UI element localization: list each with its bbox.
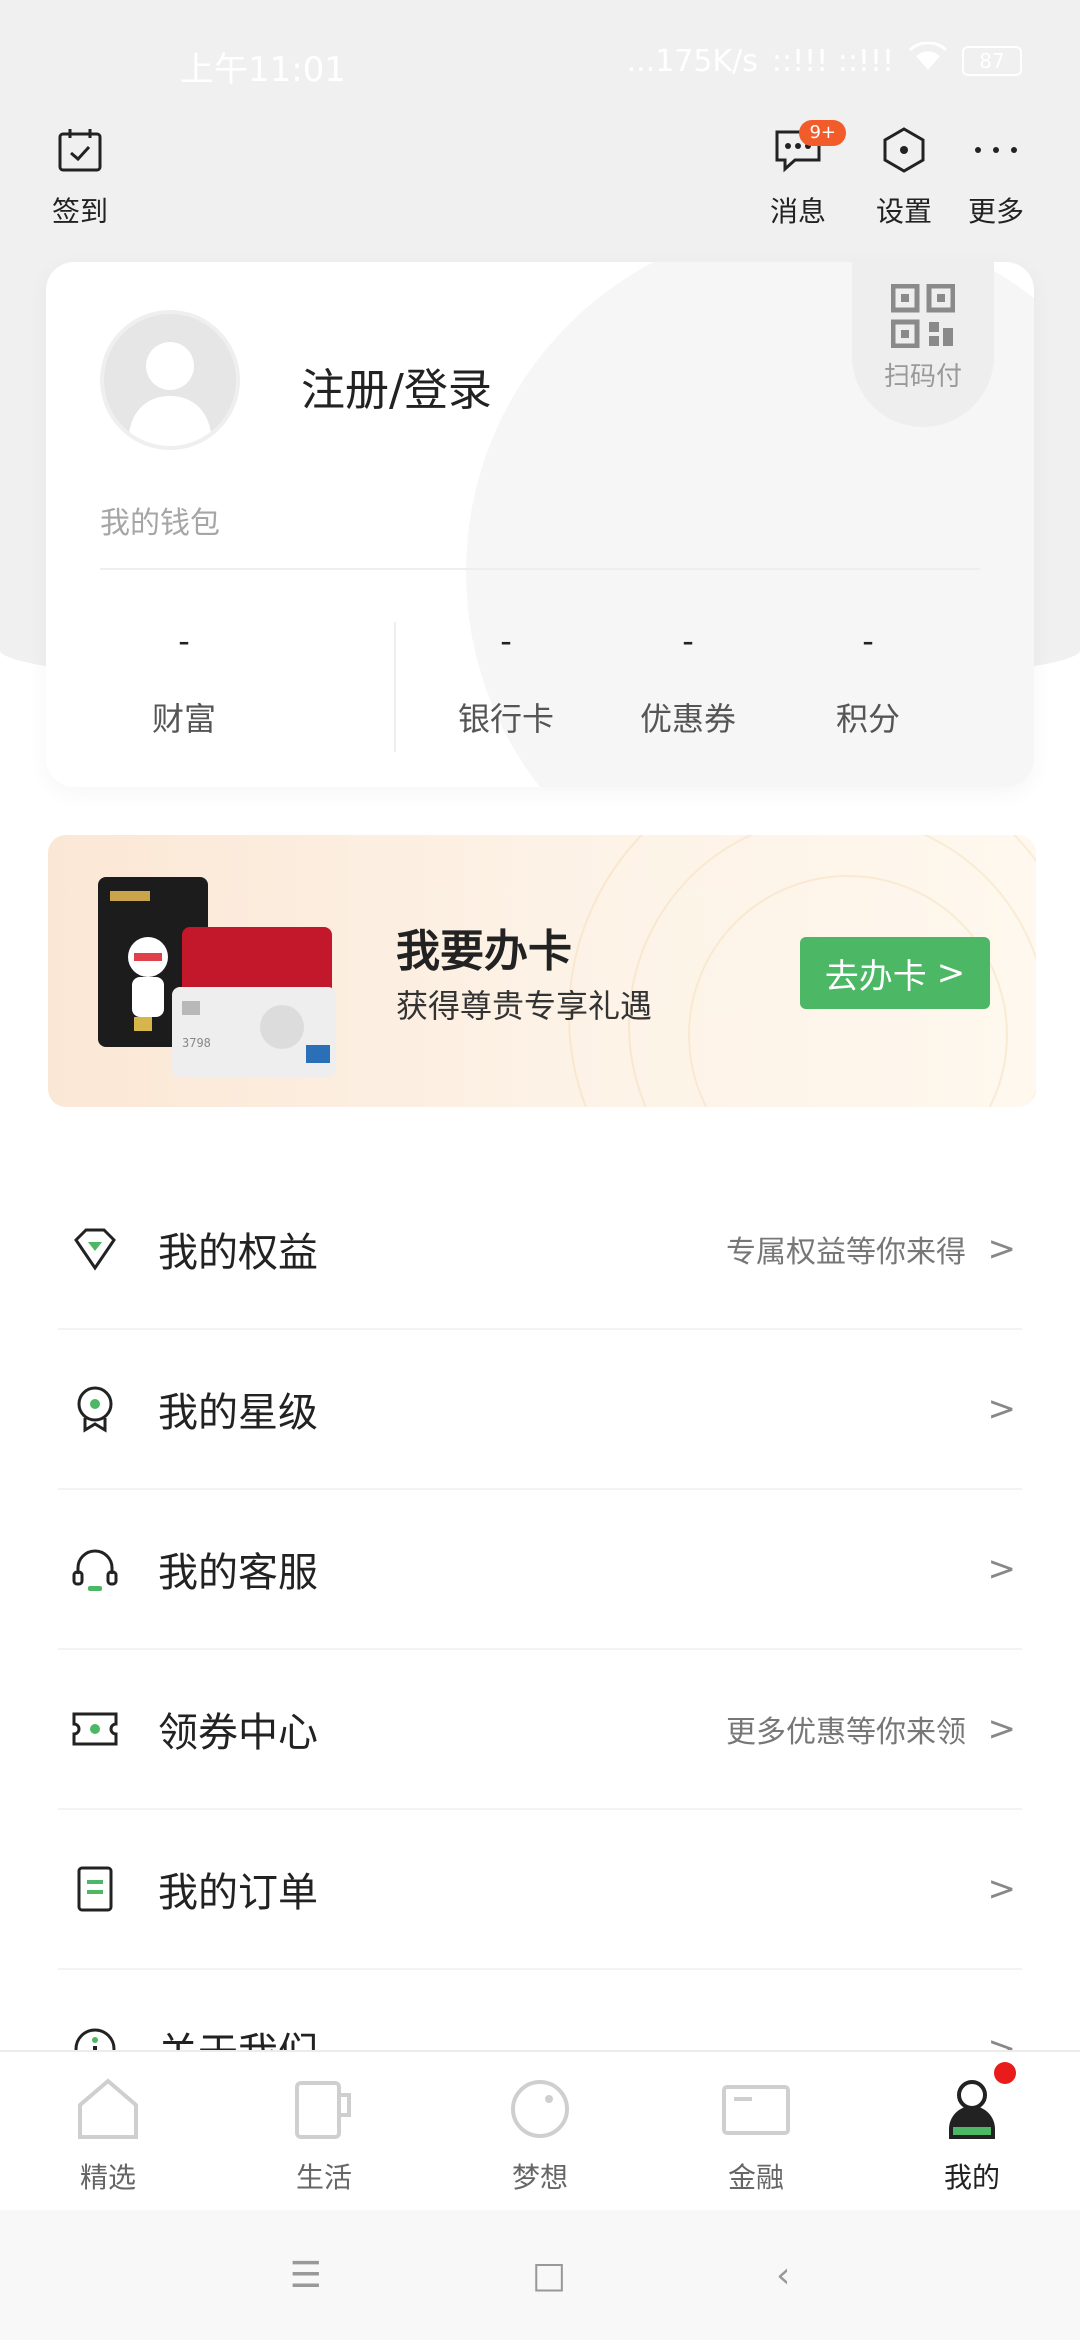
menu-label: 我的星级 bbox=[158, 1390, 318, 1436]
diamond-icon bbox=[70, 1224, 120, 1274]
tab-featured[interactable]: 精选 bbox=[0, 2052, 216, 2210]
stat-points[interactable]: - 积分 bbox=[788, 622, 948, 740]
apply-card-label: 去办卡 bbox=[824, 956, 927, 997]
menu-label: 我的权益 bbox=[158, 1230, 318, 1276]
chevron-right-icon: > bbox=[987, 1229, 1017, 1269]
user-icon bbox=[864, 2074, 1080, 2144]
card-icon bbox=[648, 2074, 864, 2144]
messages-badge: 9+ bbox=[799, 120, 847, 146]
tab-dream[interactable]: 梦想 bbox=[432, 2052, 648, 2210]
menu-label: 我的订单 bbox=[158, 1870, 318, 1916]
stat-value: - bbox=[500, 622, 512, 660]
tab-label: 金融 bbox=[727, 2161, 784, 2194]
scan-pay-label: 扫码付 bbox=[883, 362, 962, 392]
status-time: 上午11:01 bbox=[180, 50, 346, 90]
hexagon-settings-icon bbox=[876, 120, 932, 180]
battery-icon: 87 bbox=[962, 46, 1022, 76]
calendar-check-icon bbox=[52, 120, 108, 180]
tab-label: 梦想 bbox=[511, 2161, 568, 2194]
stat-value: - bbox=[178, 622, 190, 660]
menu-item-orders[interactable]: 我的订单 > bbox=[58, 1810, 1022, 1970]
cup-icon bbox=[216, 2074, 432, 2144]
stat-coupons[interactable]: - 优惠券 bbox=[608, 622, 768, 740]
checkin-label: 签到 bbox=[52, 195, 109, 228]
stat-separator bbox=[394, 622, 396, 752]
menu-label: 我的客服 bbox=[158, 1550, 318, 1596]
more-button[interactable]: 更多 bbox=[968, 120, 1024, 230]
menu-hint: 专属权益等你来得 bbox=[726, 1235, 966, 1270]
home-nav-icon[interactable]: □ bbox=[532, 2255, 566, 2296]
chevron-right-icon: > bbox=[936, 953, 966, 993]
signal-icon: ::!!! ::!!! bbox=[771, 43, 894, 79]
stat-value: - bbox=[862, 622, 874, 660]
credit-cards-image: 3798 bbox=[98, 877, 338, 1077]
divider bbox=[100, 568, 980, 570]
avatar[interactable] bbox=[100, 310, 240, 450]
wallet-label: 我的钱包 bbox=[100, 506, 220, 541]
tab-label: 精选 bbox=[79, 2161, 136, 2194]
banner-title: 我要办卡 bbox=[396, 926, 572, 977]
menu-item-star-level[interactable]: 我的星级 > bbox=[58, 1330, 1022, 1490]
home-icon bbox=[0, 2074, 216, 2144]
star-level-icon bbox=[70, 1384, 120, 1434]
messages-label: 消息 bbox=[770, 195, 827, 228]
chevron-right-icon: > bbox=[987, 1709, 1017, 1749]
headset-icon bbox=[70, 1544, 120, 1594]
tab-finance[interactable]: 金融 bbox=[648, 2052, 864, 2210]
menu-label: 领券中心 bbox=[158, 1710, 318, 1756]
qr-code-icon bbox=[852, 283, 994, 352]
menu-hint: 更多优惠等你来领 bbox=[726, 1715, 966, 1750]
message-icon: 9+ bbox=[770, 120, 847, 180]
menu-item-coupon-center[interactable]: 领券中心 更多优惠等你来领 > bbox=[58, 1650, 1022, 1810]
settings-label: 设置 bbox=[876, 195, 933, 228]
tab-label: 生活 bbox=[295, 2161, 352, 2194]
apply-card-button[interactable]: 去办卡 > bbox=[800, 937, 990, 1009]
chevron-right-icon: > bbox=[987, 1389, 1017, 1429]
messages-button[interactable]: 9+ 消息 bbox=[770, 120, 847, 230]
status-indicators: ...175K/s ::!!! ::!!! 87 bbox=[626, 41, 1022, 80]
checkin-button[interactable]: 签到 bbox=[52, 120, 108, 230]
menu-item-benefits[interactable]: 我的权益 专属权益等你来得 > bbox=[58, 1170, 1022, 1330]
coupon-icon bbox=[70, 1704, 120, 1754]
menu-nav-icon[interactable]: ☰ bbox=[290, 2255, 322, 2296]
stat-value: - bbox=[682, 622, 694, 660]
banner-subtitle: 获得尊贵专享礼遇 bbox=[396, 987, 653, 1025]
tab-label: 我的 bbox=[943, 2161, 1000, 2194]
stat-label: 优惠券 bbox=[639, 700, 736, 738]
more-label: 更多 bbox=[968, 195, 1025, 228]
bottom-tab-bar: 精选 生活 梦想 金融 我的 bbox=[0, 2050, 1080, 2210]
stat-bank-cards[interactable]: - 银行卡 bbox=[426, 622, 586, 740]
tab-life[interactable]: 生活 bbox=[216, 2052, 432, 2210]
chevron-right-icon: > bbox=[987, 1869, 1017, 1909]
scan-pay-button[interactable]: 扫码付 bbox=[852, 262, 994, 427]
menu-item-customer-service[interactable]: 我的客服 > bbox=[58, 1490, 1022, 1650]
stat-label: 银行卡 bbox=[457, 700, 554, 738]
menu-list: 我的权益 专属权益等你来得 > 我的星级 > 我的客服 > 领券中心 更多优惠等… bbox=[0, 1170, 1080, 2130]
login-register-link[interactable]: 注册/登录 bbox=[301, 354, 492, 418]
more-dots-icon bbox=[968, 120, 1024, 180]
system-nav-bar: ☰ □ ‹ bbox=[0, 2210, 1080, 2340]
notification-dot bbox=[994, 2062, 1016, 2084]
apply-card-banner[interactable]: 3798 我要办卡 获得尊贵专享礼遇 去办卡 > bbox=[48, 835, 1036, 1107]
svg-text:3798: 3798 bbox=[182, 1036, 211, 1050]
stat-label: 积分 bbox=[835, 700, 900, 738]
stat-label: 财富 bbox=[151, 700, 216, 738]
stat-wealth[interactable]: - 财富 bbox=[104, 622, 264, 740]
profile-card: 注册/登录 扫码付 我的钱包 - 财富 - 银行卡 - 优惠券 - 积分 bbox=[46, 262, 1034, 787]
status-bar: 上午11:01 ...175K/s ::!!! ::!!! 87 bbox=[0, 0, 1080, 120]
tab-mine[interactable]: 我的 bbox=[864, 2052, 1080, 2210]
network-speed: ...175K/s bbox=[626, 43, 758, 79]
back-nav-icon[interactable]: ‹ bbox=[776, 2255, 790, 2296]
dream-icon bbox=[432, 2074, 648, 2144]
wifi-icon bbox=[908, 41, 948, 80]
order-icon bbox=[70, 1864, 120, 1914]
chevron-right-icon: > bbox=[987, 1549, 1017, 1589]
settings-button[interactable]: 设置 bbox=[876, 120, 932, 230]
